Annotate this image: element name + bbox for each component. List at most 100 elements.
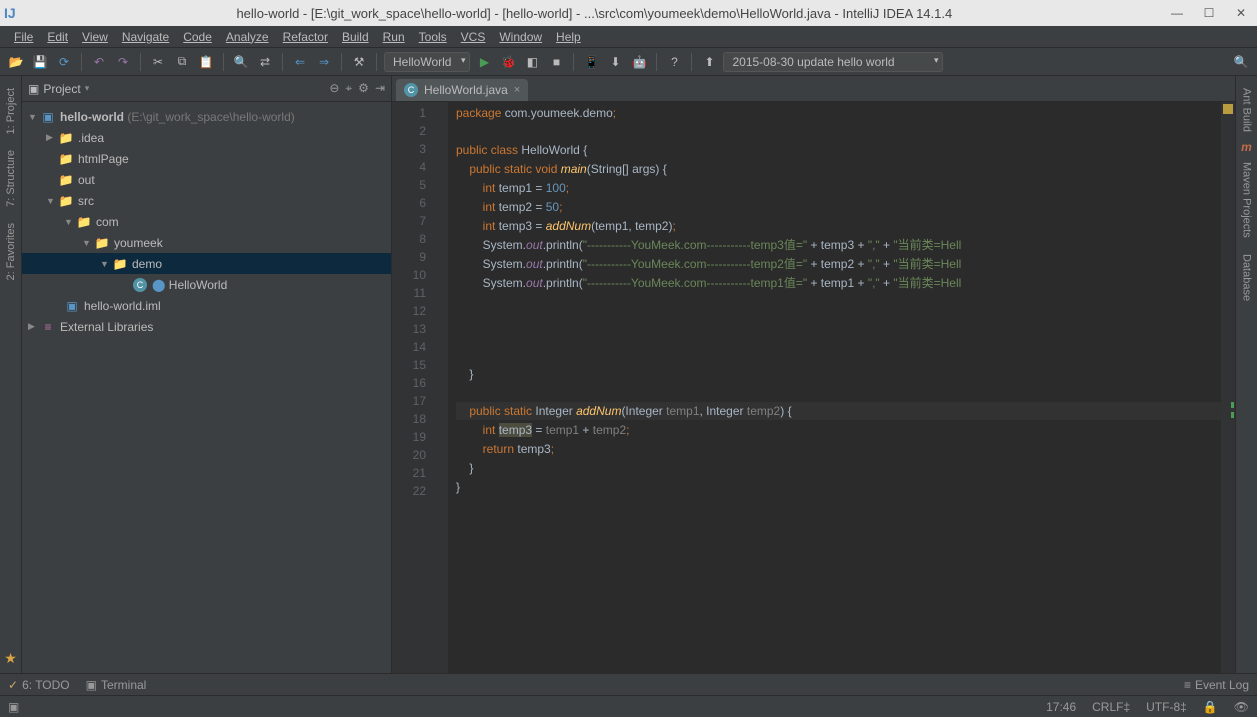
forward-icon[interactable]: ⇒ <box>314 52 334 72</box>
chevron-down-icon[interactable]: ▾ <box>85 83 90 94</box>
tool-window-quick-access-icon[interactable]: ▣ <box>8 700 19 714</box>
settings-gear-icon[interactable]: ⚙ <box>358 81 369 96</box>
save-all-icon[interactable]: 💾 <box>30 52 50 72</box>
menu-code[interactable]: Code <box>177 28 218 46</box>
vcs-update-icon[interactable]: ⬆ <box>699 52 719 72</box>
separator <box>656 53 657 71</box>
terminal-icon: ▣ <box>86 678 97 692</box>
tree-htmlpage[interactable]: 📁 htmlPage <box>22 148 391 169</box>
redo-icon[interactable]: ↷ <box>113 52 133 72</box>
find-icon[interactable]: 🔍 <box>231 52 251 72</box>
tree-demo[interactable]: ▼📁 demo <box>22 253 391 274</box>
make-project-icon[interactable]: ⚒ <box>349 52 369 72</box>
menu-navigate[interactable]: Navigate <box>116 28 175 46</box>
separator <box>573 53 574 71</box>
menu-window[interactable]: Window <box>493 28 548 46</box>
tree-com[interactable]: ▼📁 com <box>22 211 391 232</box>
bottom-tool-tabs: ✓6: TODO ▣Terminal ≡Event Log <box>0 673 1257 695</box>
bottom-tab-todo[interactable]: ✓6: TODO <box>8 678 70 692</box>
status-line-separator[interactable]: CRLF‡ <box>1092 700 1130 714</box>
project-panel-title[interactable]: Project <box>43 82 80 96</box>
warning-indicator-icon[interactable] <box>1223 104 1233 114</box>
collapse-all-icon[interactable]: ⊖ <box>329 81 339 96</box>
stop-icon[interactable]: ■ <box>546 52 566 72</box>
separator <box>140 53 141 71</box>
tree-youmeek[interactable]: ▼📁 youmeek <box>22 232 391 253</box>
tree-external-libraries[interactable]: ▶≡ External Libraries <box>22 316 391 337</box>
favorites-star-icon[interactable]: ★ <box>4 650 17 667</box>
bottom-tab-terminal[interactable]: ▣Terminal <box>86 678 147 692</box>
sidebar-tab-maven[interactable]: Maven Projects <box>1239 154 1255 246</box>
android-icon[interactable]: 🤖 <box>629 52 649 72</box>
editor-tab-helloworld[interactable]: C HelloWorld.java × <box>396 79 528 101</box>
hide-panel-icon[interactable]: ⇥ <box>375 81 385 96</box>
tree-out[interactable]: 📁 out <box>22 169 391 190</box>
menu-file[interactable]: File <box>8 28 39 46</box>
sidebar-tab-ant[interactable]: Ant Build <box>1239 80 1255 140</box>
menu-vcs[interactable]: VCS <box>455 28 492 46</box>
coverage-icon[interactable]: ◧ <box>522 52 542 72</box>
menu-refactor[interactable]: Refactor <box>277 28 334 46</box>
intellij-logo-icon: IJ <box>4 5 16 21</box>
open-icon[interactable]: 📂 <box>6 52 26 72</box>
separator <box>282 53 283 71</box>
status-inspection-icon[interactable]: 👁 <box>1234 700 1249 714</box>
debug-icon[interactable]: 🐞 <box>498 52 518 72</box>
project-tree[interactable]: ▼▣ hello-world (E:\git_work_space\hello-… <box>22 102 391 673</box>
tree-idea[interactable]: ▶📁 .idea <box>22 127 391 148</box>
sidebar-tab-structure[interactable]: 7: Structure <box>3 142 19 215</box>
maximize-button[interactable]: ☐ <box>1197 6 1221 20</box>
menu-edit[interactable]: Edit <box>41 28 74 46</box>
separator <box>223 53 224 71</box>
editor-body[interactable]: 12345678910111213141516171819202122 pack… <box>392 102 1235 673</box>
editor-area: C HelloWorld.java × 12345678910111213141… <box>392 76 1235 673</box>
menu-analyze[interactable]: Analyze <box>220 28 275 46</box>
line-number-gutter[interactable]: 12345678910111213141516171819202122 <box>392 102 434 673</box>
left-tool-strip: 1: Project 7: Structure 2: Favorites ★ <box>0 76 22 673</box>
sidebar-tab-project[interactable]: 1: Project <box>3 80 19 142</box>
sidebar-tab-database[interactable]: Database <box>1239 246 1255 309</box>
close-button[interactable]: ✕ <box>1229 6 1253 20</box>
tree-iml[interactable]: ▣ hello-world.iml <box>22 295 391 316</box>
status-lock-icon[interactable]: 🔒 <box>1203 700 1218 714</box>
sidebar-tab-favorites[interactable]: 2: Favorites <box>3 215 19 288</box>
change-mark-icon[interactable] <box>1231 412 1234 418</box>
undo-icon[interactable]: ↶ <box>89 52 109 72</box>
code-area[interactable]: package com.youmeek.demo; public class H… <box>448 102 1221 673</box>
avd-icon[interactable]: 📱 <box>581 52 601 72</box>
close-tab-icon[interactable]: × <box>514 84 520 96</box>
tree-src[interactable]: ▼📁 src <box>22 190 391 211</box>
bottom-tab-event-log[interactable]: ≡Event Log <box>1184 678 1249 692</box>
menu-help[interactable]: Help <box>550 28 587 46</box>
copy-icon[interactable]: ⧉ <box>172 52 192 72</box>
class-icon: C <box>404 83 418 97</box>
sdk-icon[interactable]: ⬇ <box>605 52 625 72</box>
help-icon[interactable]: ? <box>664 52 684 72</box>
main-area: 1: Project 7: Structure 2: Favorites ★ ▣… <box>0 76 1257 673</box>
menu-tools[interactable]: Tools <box>413 28 453 46</box>
error-stripe[interactable] <box>1221 102 1235 673</box>
menu-build[interactable]: Build <box>336 28 375 46</box>
tree-root[interactable]: ▼▣ hello-world (E:\git_work_space\hello-… <box>22 106 391 127</box>
vcs-changes-dropdown[interactable]: 2015-08-30 update hello world <box>723 52 943 72</box>
run-icon[interactable]: ▶ <box>474 52 494 72</box>
back-icon[interactable]: ⇐ <box>290 52 310 72</box>
change-mark-icon[interactable] <box>1231 402 1234 408</box>
menu-run[interactable]: Run <box>377 28 411 46</box>
tree-helloworld-class[interactable]: C ⬤ HelloWorld <box>22 274 391 295</box>
cut-icon[interactable]: ✂ <box>148 52 168 72</box>
menu-view[interactable]: View <box>76 28 114 46</box>
editor-tabs: C HelloWorld.java × <box>392 76 1235 102</box>
status-encoding[interactable]: UTF-8‡ <box>1146 700 1187 714</box>
todo-icon: ✓ <box>8 678 18 692</box>
paste-icon[interactable]: 📋 <box>196 52 216 72</box>
project-panel: ▣ Project ▾ ⊖ ⌖ ⚙ ⇥ ▼▣ hello-world (E:\g… <box>22 76 392 673</box>
window-title: hello-world - [E:\git_work_space\hello-w… <box>24 6 1165 21</box>
run-config-dropdown[interactable]: HelloWorld <box>384 52 470 72</box>
scroll-to-source-icon[interactable]: ⌖ <box>345 81 352 96</box>
sync-icon[interactable]: ⟳ <box>54 52 74 72</box>
minimize-button[interactable]: — <box>1165 6 1189 20</box>
replace-icon[interactable]: ⇄ <box>255 52 275 72</box>
class-icon: C <box>133 278 147 292</box>
search-everywhere-icon[interactable]: 🔍 <box>1231 52 1251 72</box>
